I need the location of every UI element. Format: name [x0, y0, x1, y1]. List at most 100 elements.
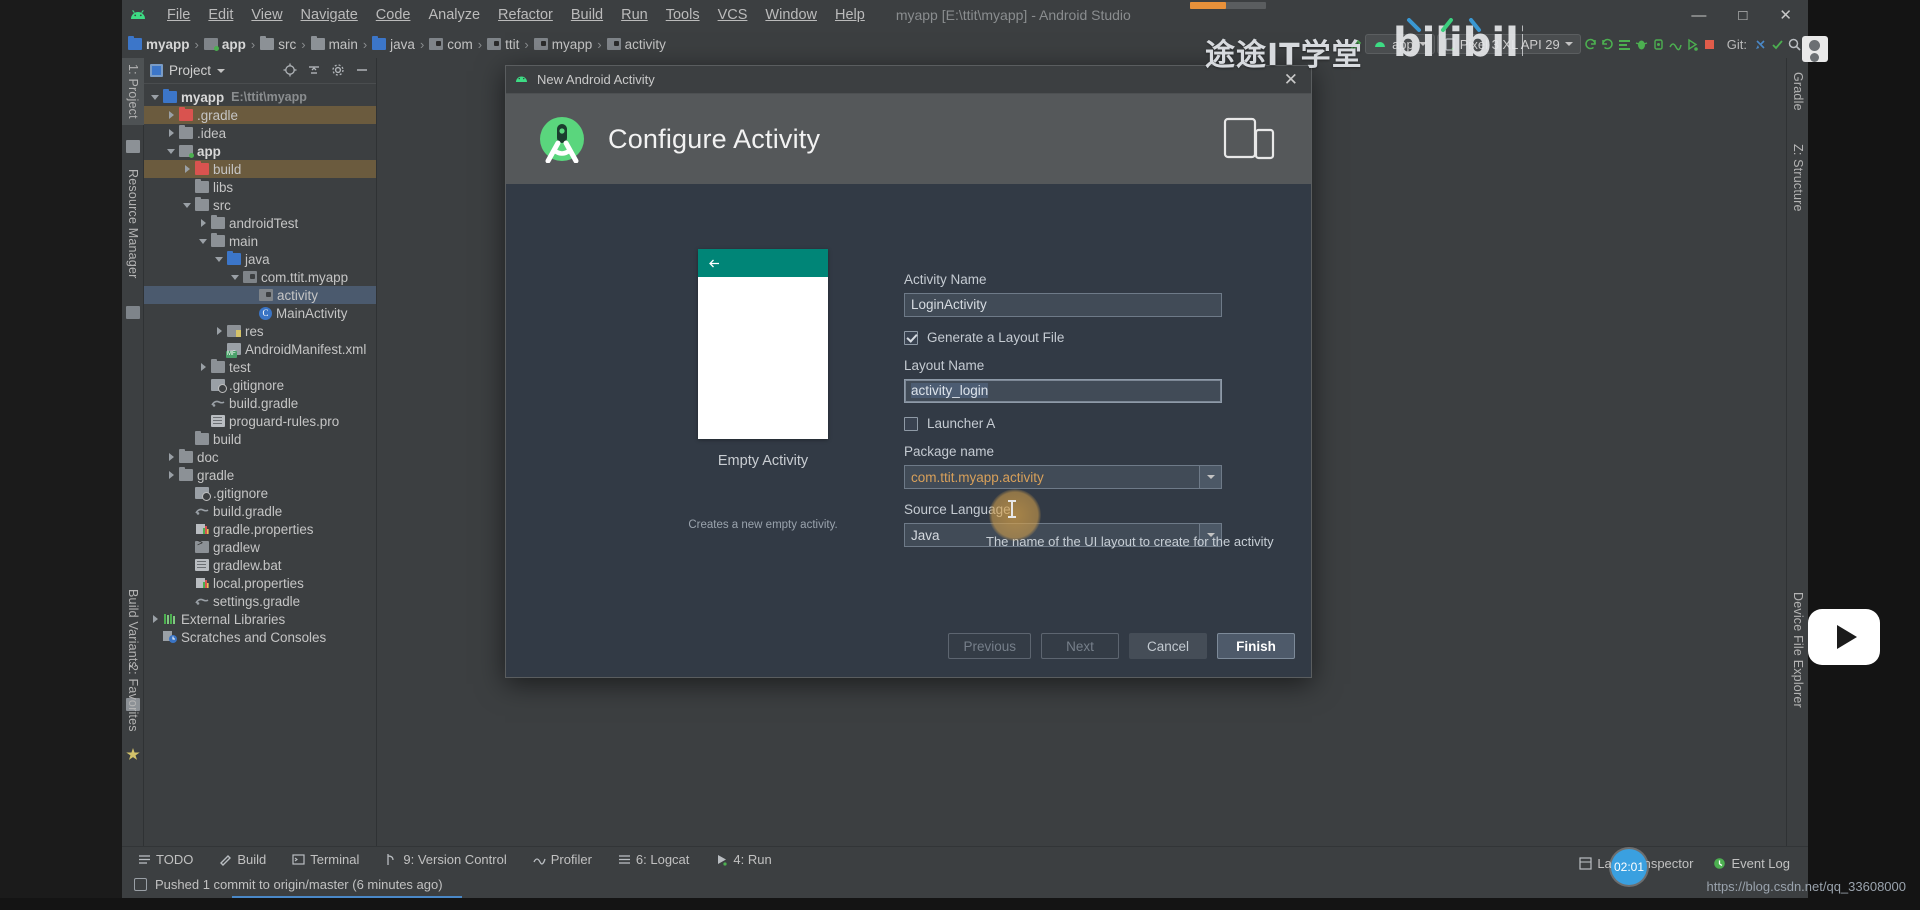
tree-item-gradle[interactable]: gradle — [144, 466, 376, 484]
bottom-item-version-control[interactable]: 9: Version Control — [385, 852, 507, 867]
menu-code[interactable]: Code — [367, 4, 420, 26]
tree-item-scratches-and-consoles[interactable]: Scratches and Consoles — [144, 628, 376, 646]
breadcrumb-item-activity[interactable]: activity — [606, 37, 666, 52]
project-tree[interactable]: myapp E:\ttit\myapp .gradle .idea app build li… — [144, 84, 376, 646]
chevron-right-icon[interactable] — [166, 469, 178, 481]
search-icon[interactable] — [1787, 37, 1802, 52]
breadcrumb-item-app[interactable]: app — [203, 37, 246, 52]
chevron-right-icon[interactable] — [182, 163, 194, 175]
bottom-item-terminal[interactable]: Terminal — [292, 852, 359, 867]
menu-refactor[interactable]: Refactor — [489, 4, 562, 26]
menu-file[interactable]: File — [158, 4, 199, 26]
tree-item-mainactivity[interactable]: C MainActivity — [144, 304, 376, 322]
bottom-item-profiler[interactable]: Profiler — [533, 852, 592, 867]
stop-icon[interactable] — [1702, 37, 1717, 52]
chevron-right-icon[interactable] — [166, 451, 178, 463]
sidebar-item-favorites[interactable]: 2: Favorites — [122, 658, 144, 738]
menu-run[interactable]: Run — [612, 4, 657, 26]
tree-item-java[interactable]: java — [144, 250, 376, 268]
breadcrumb-item-src[interactable]: src — [260, 36, 296, 52]
menu-help[interactable]: Help — [826, 4, 874, 26]
minimize-button[interactable]: — — [1675, 7, 1722, 24]
chevron-down-icon[interactable] — [182, 199, 194, 211]
bottom-item-build[interactable]: Build — [219, 852, 266, 867]
chevron-down-icon[interactable] — [217, 68, 226, 73]
chevron-down-icon[interactable] — [214, 253, 226, 265]
tree-item--gitignore[interactable]: .gitignore — [144, 376, 376, 394]
tree-item-activity[interactable]: activity — [144, 286, 376, 304]
previous-button[interactable]: Previous — [948, 633, 1031, 659]
profiler-icon[interactable] — [1668, 37, 1683, 52]
avd-manager-icon[interactable] — [1600, 37, 1615, 52]
commit-icon[interactable] — [1770, 37, 1785, 52]
package-name-combobox[interactable]: com.ttit.myapp.activity — [904, 465, 1222, 489]
sidebar-item-project[interactable]: 1: Project — [122, 58, 144, 125]
chevron-down-icon[interactable] — [198, 235, 210, 247]
tree-item-com-ttit-myapp[interactable]: com.ttit.myapp — [144, 268, 376, 286]
tree-item-local-properties[interactable]: local.properties — [144, 574, 376, 592]
avatar[interactable] — [1802, 36, 1828, 62]
tree-item--gradle[interactable]: .gradle — [144, 106, 376, 124]
tree-item-build-gradle[interactable]: build.gradle — [144, 394, 376, 412]
bottom-item-logcat[interactable]: 6: Logcat — [618, 852, 689, 867]
target-icon[interactable] — [283, 63, 298, 78]
tree-item-androidmanifest-xml[interactable]: AndroidManifest.xml — [144, 340, 376, 358]
settings-gear-icon[interactable] — [331, 63, 346, 78]
next-button[interactable]: Next — [1041, 633, 1119, 659]
bottom-item-run[interactable]: 4: Run — [715, 852, 772, 867]
chevron-down-icon[interactable] — [166, 145, 178, 157]
play-button-overlay-icon[interactable] — [1808, 609, 1880, 665]
menu-edit[interactable]: Edit — [199, 4, 242, 26]
tree-item-build[interactable]: build — [144, 160, 376, 178]
tree-item-res[interactable]: res — [144, 322, 376, 340]
sync-gradle-icon[interactable] — [1583, 37, 1598, 52]
menu-vcs[interactable]: VCS — [709, 4, 757, 26]
menu-view[interactable]: View — [242, 4, 291, 26]
attach-debugger-icon[interactable] — [1651, 37, 1666, 52]
launcher-activity-checkbox-row[interactable]: Launcher A — [904, 416, 1234, 431]
chevron-right-icon[interactable] — [214, 325, 226, 337]
debug-icon[interactable] — [1634, 37, 1649, 52]
breadcrumb-item-myapp-pkg[interactable]: myapp — [533, 37, 592, 52]
layout-name-input[interactable]: activity_login — [904, 379, 1222, 403]
update-project-icon[interactable] — [1753, 37, 1768, 52]
chevron-down-icon[interactable] — [150, 91, 162, 103]
hide-icon[interactable] — [355, 63, 370, 78]
tree-item-gradle-properties[interactable]: gradle.properties — [144, 520, 376, 538]
breadcrumb-item-java[interactable]: java — [372, 36, 415, 52]
finish-button[interactable]: Finish — [1217, 633, 1295, 659]
menu-analyze[interactable]: Analyze — [419, 4, 489, 26]
menu-window[interactable]: Window — [756, 4, 826, 26]
run-icon[interactable] — [1685, 37, 1700, 52]
tree-item-build-gradle[interactable]: build.gradle — [144, 502, 376, 520]
menu-navigate[interactable]: Navigate — [292, 4, 367, 26]
chevron-down-icon[interactable] — [230, 271, 242, 283]
chevron-right-icon[interactable] — [166, 127, 178, 139]
collapse-all-icon[interactable] — [307, 63, 322, 78]
tree-item-libs[interactable]: libs — [144, 178, 376, 196]
tree-item-gradlew[interactable]: gradlew — [144, 538, 376, 556]
maximize-button[interactable]: □ — [1722, 7, 1763, 24]
tree-item-external-libraries[interactable]: External Libraries — [144, 610, 376, 628]
tree-item-proguard-rules-pro[interactable]: proguard-rules.pro — [144, 412, 376, 430]
chevron-right-icon[interactable] — [198, 361, 210, 373]
chevron-right-icon[interactable] — [150, 613, 162, 625]
tree-item-myapp[interactable]: myapp E:\ttit\myapp — [144, 88, 376, 106]
chevron-down-icon[interactable] — [1199, 466, 1221, 488]
generate-layout-checkbox-row[interactable]: Generate a Layout File — [904, 330, 1234, 345]
tree-item-main[interactable]: main — [144, 232, 376, 250]
chevron-right-icon[interactable] — [198, 217, 210, 229]
tree-item-gradlew-bat[interactable]: gradlew.bat — [144, 556, 376, 574]
tree-item-build[interactable]: build — [144, 430, 376, 448]
bottom-item-todo[interactable]: TODO — [138, 852, 193, 867]
breadcrumb-item-main[interactable]: main — [310, 36, 358, 52]
menu-build[interactable]: Build — [562, 4, 612, 26]
tree-item--gitignore[interactable]: .gitignore — [144, 484, 376, 502]
bottom-item-event-log[interactable]: Event Log — [1713, 856, 1790, 871]
tree-item-doc[interactable]: doc — [144, 448, 376, 466]
close-button[interactable]: ✕ — [1763, 6, 1808, 24]
launcher-activity-checkbox[interactable] — [904, 416, 918, 431]
chevron-right-icon[interactable] — [166, 109, 178, 121]
tree-item-test[interactable]: test — [144, 358, 376, 376]
tree-item-settings-gradle[interactable]: settings.gradle — [144, 592, 376, 610]
